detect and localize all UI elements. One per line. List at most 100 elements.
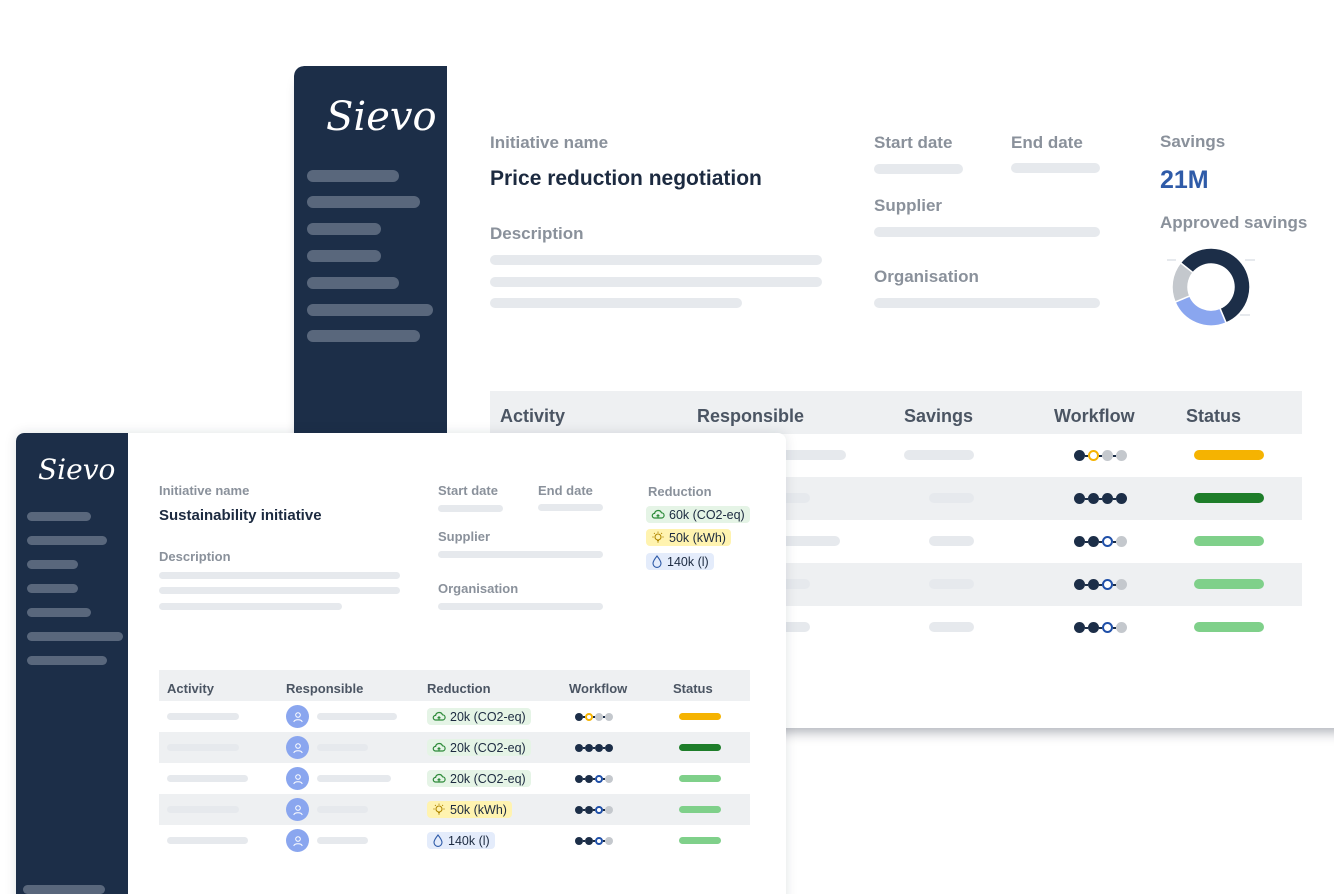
avatar[interactable] [286,736,309,759]
workflow-step-done [1074,622,1085,633]
sidebar-item[interactable] [307,277,399,289]
cloud-icon [432,711,446,721]
sidebar-item[interactable] [307,304,433,316]
table-row[interactable]: 50k (kWh) [159,794,750,825]
water-drop-icon [433,834,443,847]
lightbulb-icon [433,803,445,815]
sidebar-item[interactable] [27,608,91,617]
sidebar-item[interactable] [27,536,107,545]
start-date-value[interactable] [874,164,963,174]
sidebar-item[interactable] [27,560,78,569]
reduction-chip: 20k (CO2-eq) [427,739,531,756]
sidebar-item[interactable] [307,223,381,235]
user-icon [292,742,303,753]
workflow-indicator [1074,493,1127,504]
start-date-value[interactable] [438,505,503,512]
column-header-savings[interactable]: Savings [904,406,973,427]
table-header-row: Activity Responsible Reduction Workflow … [159,670,750,701]
sidebar-item[interactable] [27,584,78,593]
status-bar [679,775,721,782]
organisation-label: Organisation [438,581,519,596]
workflow-step-current [1102,536,1113,547]
workflow-step-pending [605,775,613,783]
reduction-chip: 140k (l) [427,832,495,849]
status-bar [1194,536,1264,546]
reduction-value: 20k (CO2-eq) [450,740,526,755]
table-row[interactable]: 20k (CO2-eq) [159,732,750,763]
initiative-name[interactable]: Sustainability initiative [159,507,322,524]
column-header-status[interactable]: Status [1186,406,1241,427]
reduction-value: 140k (l) [667,554,709,569]
status-bar [1194,579,1264,589]
workflow-step-pending [1102,450,1113,461]
savings-value: 21M [1160,166,1209,194]
column-header-responsible[interactable]: Responsible [697,406,804,427]
user-icon [292,711,303,722]
column-header-reduction[interactable]: Reduction [427,681,491,696]
column-header-workflow[interactable]: Workflow [569,681,627,696]
workflow-indicator [1074,536,1127,547]
responsible-placeholder [317,744,368,751]
savings-placeholder [929,579,974,589]
sidebar-item[interactable] [27,656,107,665]
workflow-step-done [1116,493,1127,504]
avatar[interactable] [286,767,309,790]
workflow-step-done [575,806,583,814]
sidebar-item[interactable] [27,512,91,521]
responsible-placeholder [317,713,397,720]
workflow-step-current [1102,579,1113,590]
sidebar-item[interactable] [27,632,123,641]
reduction-chip: 50k (kWh) [427,801,512,818]
workflow-step-done [575,775,583,783]
sidebar: Sievo [16,433,128,894]
workflow-step-done [1074,536,1085,547]
sidebar-item[interactable] [307,250,381,262]
avatar[interactable] [286,705,309,728]
initiative-name[interactable]: Price reduction negotiation [490,167,762,191]
workflow-step-done [1088,579,1099,590]
reduction-chip: 20k (CO2-eq) [427,708,531,725]
table-row[interactable]: 20k (CO2-eq) [159,763,750,794]
status-bar [679,713,721,720]
workflow-indicator [1074,450,1127,461]
end-date-value[interactable] [538,504,603,511]
water-drop-icon [652,555,662,568]
savings-placeholder [904,450,974,460]
end-date-value[interactable] [1011,163,1100,173]
sidebar-item[interactable] [307,330,420,342]
responsible-placeholder [317,837,368,844]
savings-placeholder [929,536,974,546]
reduction-chip-kwh: 50k (kWh) [646,529,731,546]
column-header-status[interactable]: Status [673,681,713,696]
table-header-row: Activity Responsible Savings Workflow St… [490,391,1302,434]
status-bar [679,837,721,844]
avatar[interactable] [286,798,309,821]
table-row[interactable]: 20k (CO2-eq) [159,701,750,732]
sidebar-item[interactable] [307,170,399,182]
savings-placeholder [929,622,974,632]
approved-savings-donut [1167,247,1255,327]
supplier-label: Supplier [874,196,943,215]
sidebar-item[interactable] [307,196,420,208]
workflow-step-pending [605,713,613,721]
workflow-step-done [575,744,583,752]
sidebar-item[interactable] [23,885,105,894]
workflow-step-done [585,806,593,814]
organisation-value[interactable] [438,603,603,610]
table-row[interactable]: 140k (l) [159,825,750,856]
end-date-label: End date [1011,133,1083,152]
workflow-step-done [1074,450,1085,461]
organisation-value[interactable] [874,298,1100,308]
description-label: Description [490,224,584,243]
column-header-responsible[interactable]: Responsible [286,681,363,696]
supplier-value[interactable] [438,551,603,558]
workflow-step-pending [605,837,613,845]
user-icon [292,835,303,846]
supplier-value[interactable] [874,227,1100,237]
avatar[interactable] [286,829,309,852]
front-window: Sievo Initiative name Sustainability ini… [16,433,786,894]
workflow-step-done [585,837,593,845]
column-header-activity[interactable]: Activity [500,406,565,427]
column-header-activity[interactable]: Activity [167,681,214,696]
column-header-workflow[interactable]: Workflow [1054,406,1135,427]
